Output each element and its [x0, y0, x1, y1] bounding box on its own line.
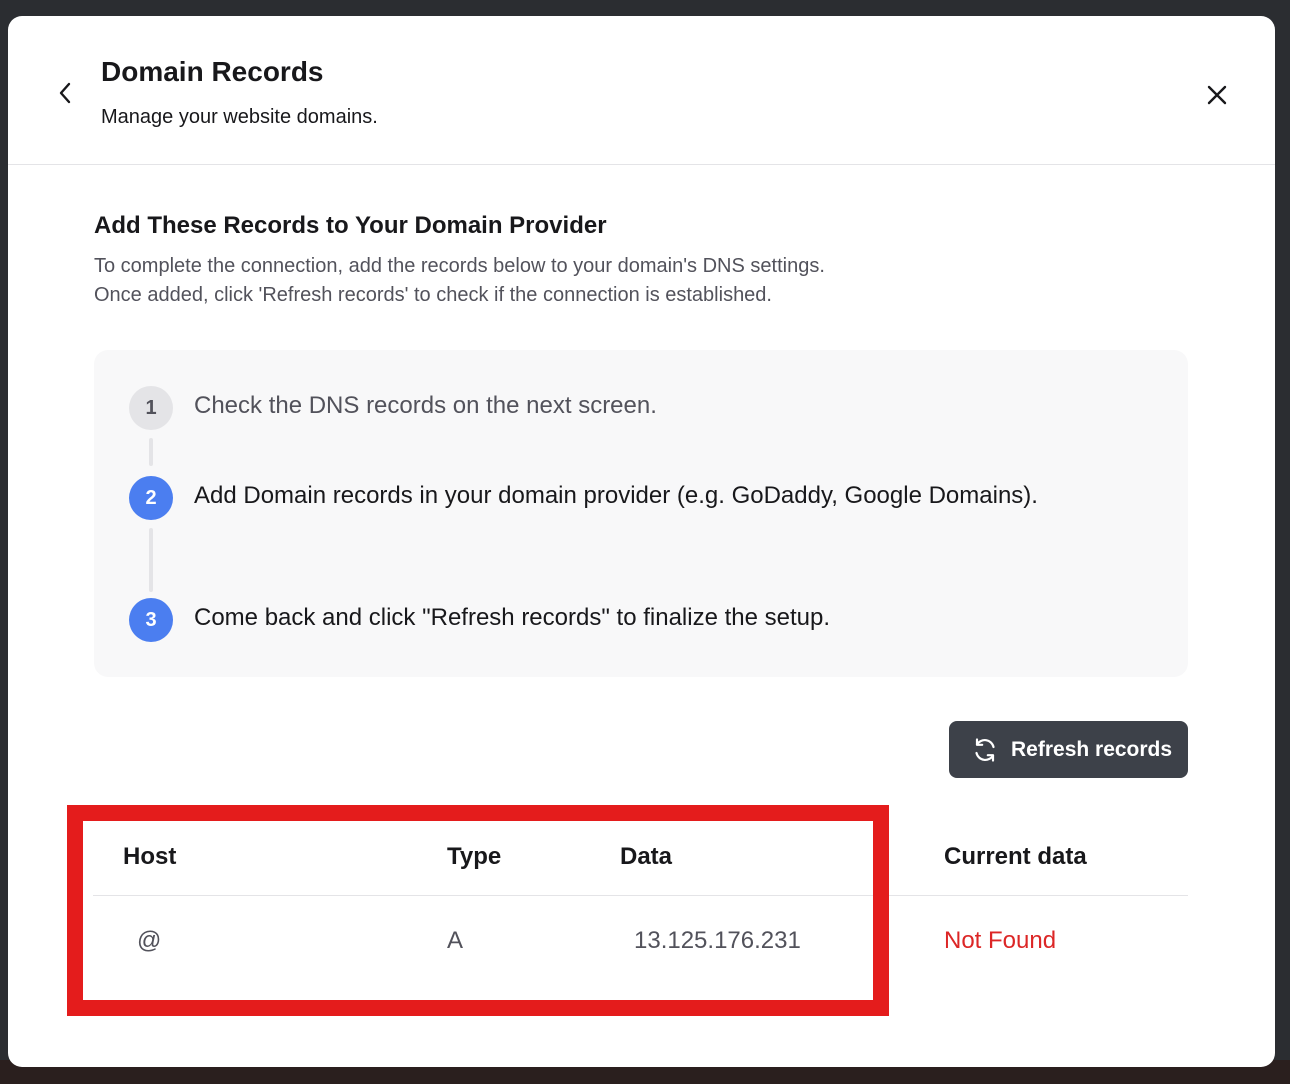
- step-text: Come back and click "Refresh records" to…: [194, 604, 830, 631]
- modal-header: Domain Records Manage your website domai…: [8, 16, 1275, 165]
- close-icon: [1207, 85, 1227, 105]
- cell-type: A: [447, 927, 464, 954]
- domain-records-modal: Domain Records Manage your website domai…: [8, 16, 1275, 1067]
- cell-host: @: [137, 927, 162, 954]
- column-header-type: Type: [447, 843, 502, 870]
- step-text: Check the DNS records on the next screen…: [194, 392, 657, 419]
- section-description: To complete the connection, add the reco…: [94, 252, 825, 310]
- page-title: Domain Records: [101, 56, 324, 87]
- description-line: To complete the connection, add the reco…: [94, 255, 825, 277]
- chevron-left-icon: [59, 82, 71, 104]
- table-header: Host Type Data Current data: [93, 821, 1188, 896]
- description-line: Once added, click 'Refresh records' to c…: [94, 284, 772, 306]
- column-header-current-data: Current data: [944, 843, 1087, 870]
- back-button[interactable]: [52, 80, 78, 106]
- setup-steps: 1 Check the DNS records on the next scre…: [94, 350, 1188, 677]
- column-header-host: Host: [123, 843, 177, 870]
- refresh-records-button[interactable]: Refresh records: [949, 721, 1188, 778]
- refresh-icon: [971, 736, 999, 764]
- section-title: Add These Records to Your Domain Provide…: [94, 212, 607, 239]
- cell-data: 13.125.176.231: [634, 927, 801, 954]
- dns-records-table: Host Type Data Current data @ A 13.125.1…: [93, 821, 1188, 996]
- step-connector: [149, 438, 153, 466]
- page-subtitle: Manage your website domains.: [101, 106, 378, 128]
- step-number: 1: [129, 386, 173, 430]
- step-text: Add Domain records in your domain provid…: [194, 482, 1038, 509]
- close-button[interactable]: [1202, 80, 1232, 110]
- step-connector: [149, 528, 153, 592]
- table-row: @ A 13.125.176.231 Not Found: [93, 896, 1188, 996]
- column-header-data: Data: [620, 843, 673, 870]
- refresh-records-label: Refresh records: [1011, 737, 1173, 761]
- step-number: 3: [129, 598, 173, 642]
- cell-current-data-status: Not Found: [944, 927, 1057, 954]
- step-number: 2: [129, 476, 173, 520]
